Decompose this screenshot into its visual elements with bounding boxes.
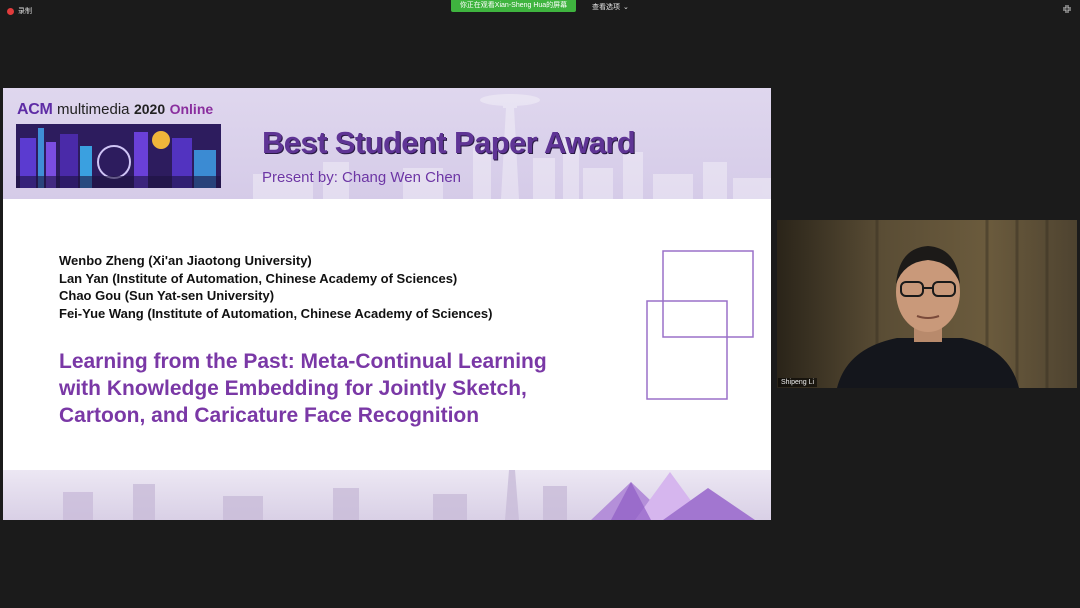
slide-header-banner: ACM multimedia 2020 Online Best Student …	[3, 88, 771, 199]
author-line: Chao Gou (Sun Yat-sen University)	[59, 288, 275, 304]
logo-year: 2020	[133, 101, 166, 117]
screen-share-banner: 你正在观看Xian-Sheng Hua的屏幕	[451, 0, 576, 12]
participant-video	[777, 220, 1077, 388]
author-line: Wenbo Zheng (Xi'an Jiaotong University)	[59, 253, 312, 268]
author-line: Lan Yan (Institute of Automation, Chines…	[59, 270, 458, 286]
chevron-down-icon: ⌄	[623, 4, 629, 11]
paper-title: Learning from the Past: Meta-Continual L…	[59, 348, 619, 429]
slide-footer-banner	[3, 470, 771, 520]
logo-multimedia: multimedia	[57, 101, 130, 118]
award-title: Best Student Paper Award	[262, 125, 636, 160]
paper-title-line: Learning from the Past: Meta-Continual L…	[59, 350, 547, 373]
recording-label: 录制	[18, 8, 32, 15]
paper-title-line: Cartoon, and Caricature Face Recognition	[59, 404, 480, 427]
paper-title-line: with Knowledge Embedding for Jointly Ske…	[59, 377, 527, 400]
shared-slide: ACM multimedia 2020 Online Best Student …	[3, 88, 771, 520]
record-dot-icon	[7, 7, 14, 15]
participant-name-label: Shipeng Li	[778, 378, 818, 387]
view-options-label: 查看选项	[592, 4, 620, 11]
view-options-button[interactable]: 查看选项 ⌄	[592, 2, 629, 12]
recording-indicator[interactable]: 录制	[7, 6, 32, 16]
author-list: Wenbo Zheng (Xi'an Jiaotong University) …	[59, 252, 492, 322]
author-line: Fei-Yue Wang (Institute of Automation, C…	[59, 305, 493, 321]
collapse-arrows-icon[interactable]	[1062, 4, 1072, 17]
mm-skyline-logo-art	[16, 124, 221, 188]
logo-online: Online	[169, 101, 214, 117]
meeting-top-bar: 录制 你正在观看Xian-Sheng Hua的屏幕 查看选项 ⌄	[0, 0, 1080, 22]
decorative-squares	[646, 250, 754, 400]
acm-multimedia-logo: ACM multimedia 2020 Online	[17, 101, 213, 119]
logo-acm: ACM	[17, 101, 53, 118]
presenter-line: Present by: Chang Wen Chen	[262, 169, 462, 186]
participant-video-tile[interactable]: Shipeng Li	[777, 220, 1077, 388]
